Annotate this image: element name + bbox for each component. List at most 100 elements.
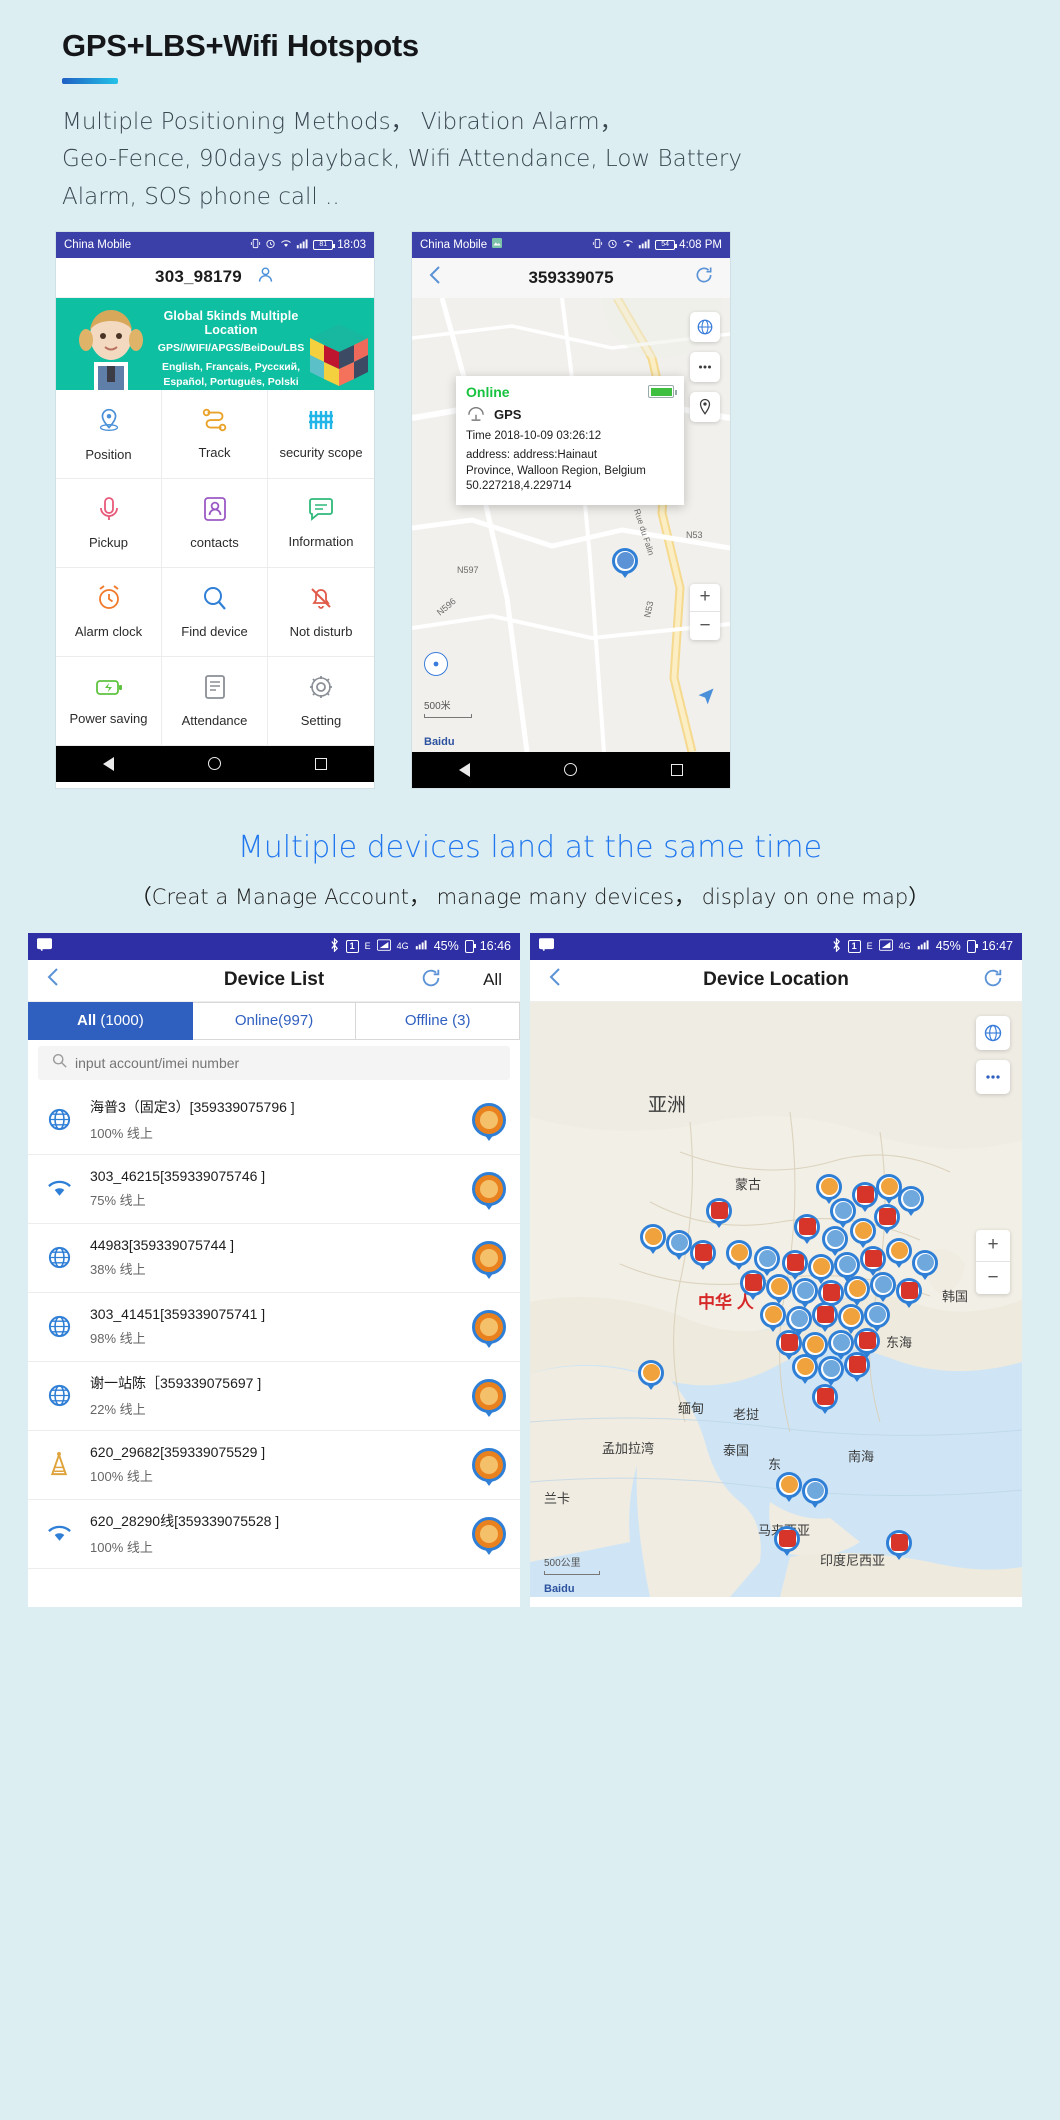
back-nav-icon[interactable]	[459, 762, 470, 777]
back-chevron-icon[interactable]	[548, 967, 562, 993]
map-device-pin[interactable]	[852, 1181, 878, 1208]
map-device-pin[interactable]	[638, 1359, 664, 1386]
home-nav-icon[interactable]	[208, 757, 221, 771]
map-device-pin[interactable]	[898, 1185, 924, 1212]
avatar[interactable]	[472, 1447, 506, 1482]
list-item[interactable]: 620_28290线[359339075528 ] 100% 线上	[28, 1500, 520, 1569]
navigate-arrow-icon[interactable]	[696, 686, 716, 712]
locate-pin-icon[interactable]	[690, 391, 720, 422]
avatar[interactable]	[472, 1240, 506, 1275]
grid-cell-information[interactable]: Information	[268, 479, 374, 568]
map-device-pin[interactable]	[666, 1229, 692, 1256]
user-icon[interactable]	[256, 265, 275, 289]
tab-online[interactable]: Online (997)	[192, 1001, 357, 1040]
list-item[interactable]: 谢一站陈［359339075697 ] 22% 线上	[28, 1362, 520, 1431]
avatar[interactable]	[472, 1309, 506, 1344]
grid-cell-pickup[interactable]: Pickup	[56, 478, 162, 568]
zoom-in-button[interactable]: +	[690, 584, 720, 612]
map-device-pin[interactable]	[754, 1245, 780, 1272]
refresh-icon[interactable]	[420, 967, 442, 994]
map-device-pin[interactable]	[828, 1329, 854, 1356]
map-device-pin[interactable]	[612, 547, 638, 574]
map-device-pin[interactable]	[774, 1525, 800, 1552]
zoom-out-button[interactable]: −	[976, 1262, 1010, 1294]
map-device-pin[interactable]	[760, 1301, 786, 1328]
map-device-pin[interactable]	[740, 1269, 766, 1296]
zoom-out-button[interactable]: −	[690, 612, 720, 640]
back-nav-icon[interactable]	[103, 756, 114, 771]
map-device-pin[interactable]	[808, 1253, 834, 1280]
map-device-pin[interactable]	[812, 1383, 838, 1410]
map-canvas-large[interactable]: 亚洲 蒙古 中华 人 韩国 东海 缅甸 老挝 泰国 孟加拉湾 东 南海 兰卡 马…	[530, 1001, 1022, 1597]
zoom-in-button[interactable]: +	[976, 1230, 1010, 1262]
map-device-pin[interactable]	[844, 1275, 870, 1302]
map-device-pin[interactable]	[776, 1471, 802, 1498]
map-device-pin[interactable]	[776, 1329, 802, 1356]
map-device-pin[interactable]	[886, 1529, 912, 1556]
map-device-pin[interactable]	[854, 1327, 880, 1354]
map-device-pin[interactable]	[822, 1225, 848, 1252]
map-device-pin[interactable]	[816, 1173, 842, 1200]
map-device-pin[interactable]	[912, 1249, 938, 1276]
avatar[interactable]	[472, 1378, 506, 1413]
back-chevron-icon[interactable]	[428, 265, 442, 291]
grid-cell-setting[interactable]: Setting	[268, 657, 374, 746]
grid-cell-attendance[interactable]: Attendance	[162, 656, 268, 746]
list-item[interactable]: 303_46215[359339075746 ] 75% 线上	[28, 1155, 520, 1224]
compass-icon[interactable]	[424, 651, 448, 676]
map-device-pin[interactable]	[870, 1271, 896, 1298]
grid-cell-security-scope[interactable]: security scope	[268, 390, 374, 479]
map-device-pin[interactable]	[864, 1301, 890, 1328]
globe-icon[interactable]	[976, 1015, 1010, 1050]
filter-all-button[interactable]: All	[483, 970, 502, 990]
grid-cell-power-saving[interactable]: Power saving	[56, 656, 162, 746]
grid-cell-track[interactable]: Track	[162, 389, 268, 479]
grid-cell-not-disturb[interactable]: Not disturb	[268, 568, 374, 657]
avatar[interactable]	[472, 1171, 506, 1206]
device-search-bar[interactable]	[38, 1045, 510, 1080]
map-device-pin[interactable]	[794, 1213, 820, 1240]
tab-offline[interactable]: Offline (3)	[356, 1001, 521, 1040]
map-device-pin[interactable]	[850, 1217, 876, 1244]
recents-nav-icon[interactable]	[671, 763, 683, 776]
home-nav-icon[interactable]	[564, 763, 577, 777]
list-item[interactable]: 303_41451[359339075741 ] 98% 线上	[28, 1293, 520, 1362]
globe-icon[interactable]	[690, 311, 720, 342]
grid-cell-position[interactable]: Position	[56, 389, 162, 479]
map-device-pin[interactable]	[640, 1223, 666, 1250]
grid-cell-contacts[interactable]: contacts	[162, 478, 268, 568]
tab-all[interactable]: All (1000)	[28, 1001, 193, 1040]
map-device-pin[interactable]	[792, 1277, 818, 1304]
map-device-pin[interactable]	[782, 1249, 808, 1276]
more-dots-icon[interactable]	[690, 351, 720, 382]
map-device-pin[interactable]	[812, 1301, 838, 1328]
refresh-icon[interactable]	[694, 265, 714, 290]
grid-cell-alarm-clock[interactable]: Alarm clock	[56, 567, 162, 657]
map-device-pin[interactable]	[830, 1197, 856, 1224]
search-input[interactable]	[75, 1054, 496, 1071]
more-dots-icon[interactable]	[976, 1059, 1010, 1094]
map-device-pin[interactable]	[766, 1273, 792, 1300]
map-device-pin[interactable]	[838, 1303, 864, 1330]
map-device-pin[interactable]	[834, 1251, 860, 1278]
list-item[interactable]: 海普3（固定3）[359339075796 ] 100% 线上	[28, 1086, 520, 1155]
map-device-pin[interactable]	[792, 1353, 818, 1380]
avatar[interactable]	[472, 1102, 506, 1137]
recents-nav-icon[interactable]	[315, 757, 327, 770]
map-device-pin[interactable]	[706, 1197, 732, 1224]
map-device-pin[interactable]	[860, 1245, 886, 1272]
map-device-pin[interactable]	[886, 1237, 912, 1264]
back-chevron-icon[interactable]	[46, 967, 60, 993]
map-device-pin[interactable]	[844, 1351, 870, 1378]
map-canvas[interactable]: N597 N596 N53 N53 Rue du Falin Online GP…	[412, 297, 730, 752]
grid-cell-find-device[interactable]: Find device	[162, 567, 268, 657]
refresh-icon[interactable]	[982, 967, 1004, 994]
map-device-pin[interactable]	[818, 1355, 844, 1382]
map-device-pin[interactable]	[802, 1477, 828, 1504]
list-item[interactable]: 620_29682[359339075529 ] 100% 线上	[28, 1431, 520, 1500]
map-device-pin[interactable]	[690, 1239, 716, 1266]
map-device-pin[interactable]	[726, 1239, 752, 1266]
avatar[interactable]	[472, 1516, 506, 1551]
map-device-pin[interactable]	[874, 1203, 900, 1230]
list-item[interactable]: 44983[359339075744 ] 38% 线上	[28, 1224, 520, 1293]
